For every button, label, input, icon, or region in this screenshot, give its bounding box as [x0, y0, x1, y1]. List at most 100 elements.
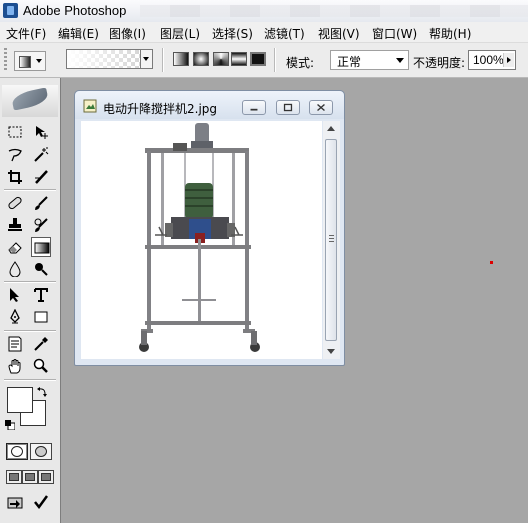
check-button[interactable]: [31, 492, 51, 512]
close-button[interactable]: [309, 100, 333, 115]
blur-tool[interactable]: [5, 259, 25, 279]
scrollbar-thumb[interactable]: [325, 139, 337, 341]
toolbox-header[interactable]: [2, 85, 58, 117]
opacity-label: 不透明度:: [413, 56, 466, 70]
toolbox-divider: [4, 281, 56, 283]
menu-filter[interactable]: 滤镜(T): [264, 25, 305, 42]
app-title: Adobe Photoshop: [23, 3, 127, 18]
minimize-button[interactable]: [242, 100, 266, 115]
water-drop-icon: [9, 261, 21, 277]
path-selection-tool[interactable]: [5, 285, 25, 305]
mixer-machine-photo: [139, 123, 260, 352]
linear-gradient-button[interactable]: [173, 52, 189, 66]
app-titlebar: Adobe Photoshop: [0, 0, 528, 23]
diamond-gradient-button[interactable]: [250, 52, 266, 66]
shape-tool[interactable]: [31, 307, 51, 327]
full-screen-mode-button[interactable]: [38, 470, 54, 484]
hand-icon: [8, 359, 21, 374]
jump-to-imageready-button[interactable]: [5, 492, 25, 512]
magnifier-icon: [33, 358, 48, 373]
options-divider: [274, 48, 276, 72]
document-title: 电动升降搅拌机2.jpg: [103, 102, 218, 116]
move-tool[interactable]: [31, 122, 51, 142]
marquee-tool[interactable]: [5, 122, 25, 142]
document-window: 电动升降搅拌机2.jpg: [74, 90, 345, 366]
clone-stamp-tool[interactable]: [5, 215, 25, 235]
type-tool[interactable]: [31, 285, 51, 305]
move-icon: [36, 126, 48, 139]
imageready-icon: [7, 497, 23, 509]
mode-value: 正常: [337, 55, 362, 69]
eraser-tool[interactable]: [5, 237, 25, 257]
gradient-tool[interactable]: [31, 237, 51, 257]
rectangle-icon: [34, 311, 48, 323]
menu-edit[interactable]: 编辑(E): [58, 25, 99, 42]
notes-tool[interactable]: [5, 334, 25, 354]
toolbox-divider: [4, 189, 56, 191]
feather-logo-icon: [10, 87, 50, 111]
gradient-picker-dropdown[interactable]: [140, 50, 152, 68]
marquee-icon: [8, 126, 22, 138]
zoom-tool[interactable]: [31, 356, 51, 376]
maximize-icon: [283, 103, 293, 112]
quick-mask-icon: [35, 446, 47, 457]
swap-colors-icon[interactable]: [37, 386, 48, 397]
standard-screen-mode-button[interactable]: [6, 470, 22, 484]
options-bar-grip[interactable]: [4, 48, 7, 72]
arrow-pointer-icon: [10, 288, 19, 302]
default-colors-icon[interactable]: [5, 420, 15, 430]
magic-wand-tool[interactable]: [31, 145, 51, 165]
scroll-down-arrow-icon[interactable]: [327, 349, 335, 354]
menu-window[interactable]: 窗口(W): [372, 25, 417, 42]
magic-wand-icon: [34, 147, 49, 162]
foreground-color-swatch[interactable]: [7, 387, 33, 413]
history-brush-tool[interactable]: [31, 215, 51, 235]
crop-tool[interactable]: [5, 167, 25, 187]
menu-view[interactable]: 视图(V): [318, 25, 360, 42]
hand-tool[interactable]: [5, 356, 25, 376]
mode-select[interactable]: 正常: [330, 50, 409, 70]
chevron-down-icon: [396, 58, 404, 63]
dodge-tool[interactable]: [31, 259, 51, 279]
history-brush-icon: [34, 218, 48, 232]
close-icon: [317, 103, 325, 112]
menu-layer[interactable]: 图层(L): [160, 25, 200, 42]
image-canvas[interactable]: [81, 121, 322, 359]
type-icon: [34, 288, 48, 302]
gradient-tool-preset-icon: [19, 56, 31, 68]
gradient-picker[interactable]: [66, 49, 153, 69]
scroll-up-arrow-icon[interactable]: [327, 126, 335, 131]
standard-mode-button[interactable]: [6, 443, 28, 460]
brush-tool[interactable]: [31, 193, 51, 213]
standard-mode-icon: [11, 446, 23, 457]
lasso-tool[interactable]: [5, 145, 25, 165]
pen-tool[interactable]: [5, 307, 25, 327]
radial-gradient-button[interactable]: [193, 52, 209, 66]
menu-file[interactable]: 文件(F): [6, 25, 46, 42]
vertical-scrollbar[interactable]: [323, 121, 340, 359]
quick-mask-mode-button[interactable]: [30, 443, 52, 460]
angle-gradient-button[interactable]: [213, 52, 229, 66]
reflected-gradient-button[interactable]: [231, 52, 247, 66]
full-screen-menu-mode-button[interactable]: [22, 470, 38, 484]
menu-bar: 文件(F) 编辑(E) 图像(I) 图层(L) 选择(S) 滤镜(T) 视图(V…: [0, 22, 528, 43]
document-titlebar[interactable]: 电动升降搅拌机2.jpg: [75, 91, 344, 119]
opacity-field[interactable]: 100%: [468, 50, 516, 70]
note-icon: [8, 336, 22, 352]
healing-brush-tool[interactable]: [5, 193, 25, 213]
menu-select[interactable]: 选择(S): [212, 25, 253, 42]
slice-tool[interactable]: [31, 167, 51, 187]
stamp-icon: [8, 218, 22, 231]
menu-help[interactable]: 帮助(H): [429, 25, 471, 42]
maximize-button[interactable]: [276, 100, 300, 115]
eyedropper-tool[interactable]: [31, 334, 51, 354]
opacity-slider-toggle[interactable]: [503, 53, 514, 67]
mode-label: 模式:: [286, 56, 315, 70]
options-divider: [162, 48, 164, 72]
menu-image[interactable]: 图像(I): [109, 25, 146, 42]
titlebar-blurred-area: [140, 5, 528, 17]
dodge-icon: [35, 263, 48, 276]
tool-preset-picker[interactable]: [14, 51, 46, 71]
minimize-icon: [250, 108, 258, 111]
image-file-icon: [83, 99, 97, 113]
